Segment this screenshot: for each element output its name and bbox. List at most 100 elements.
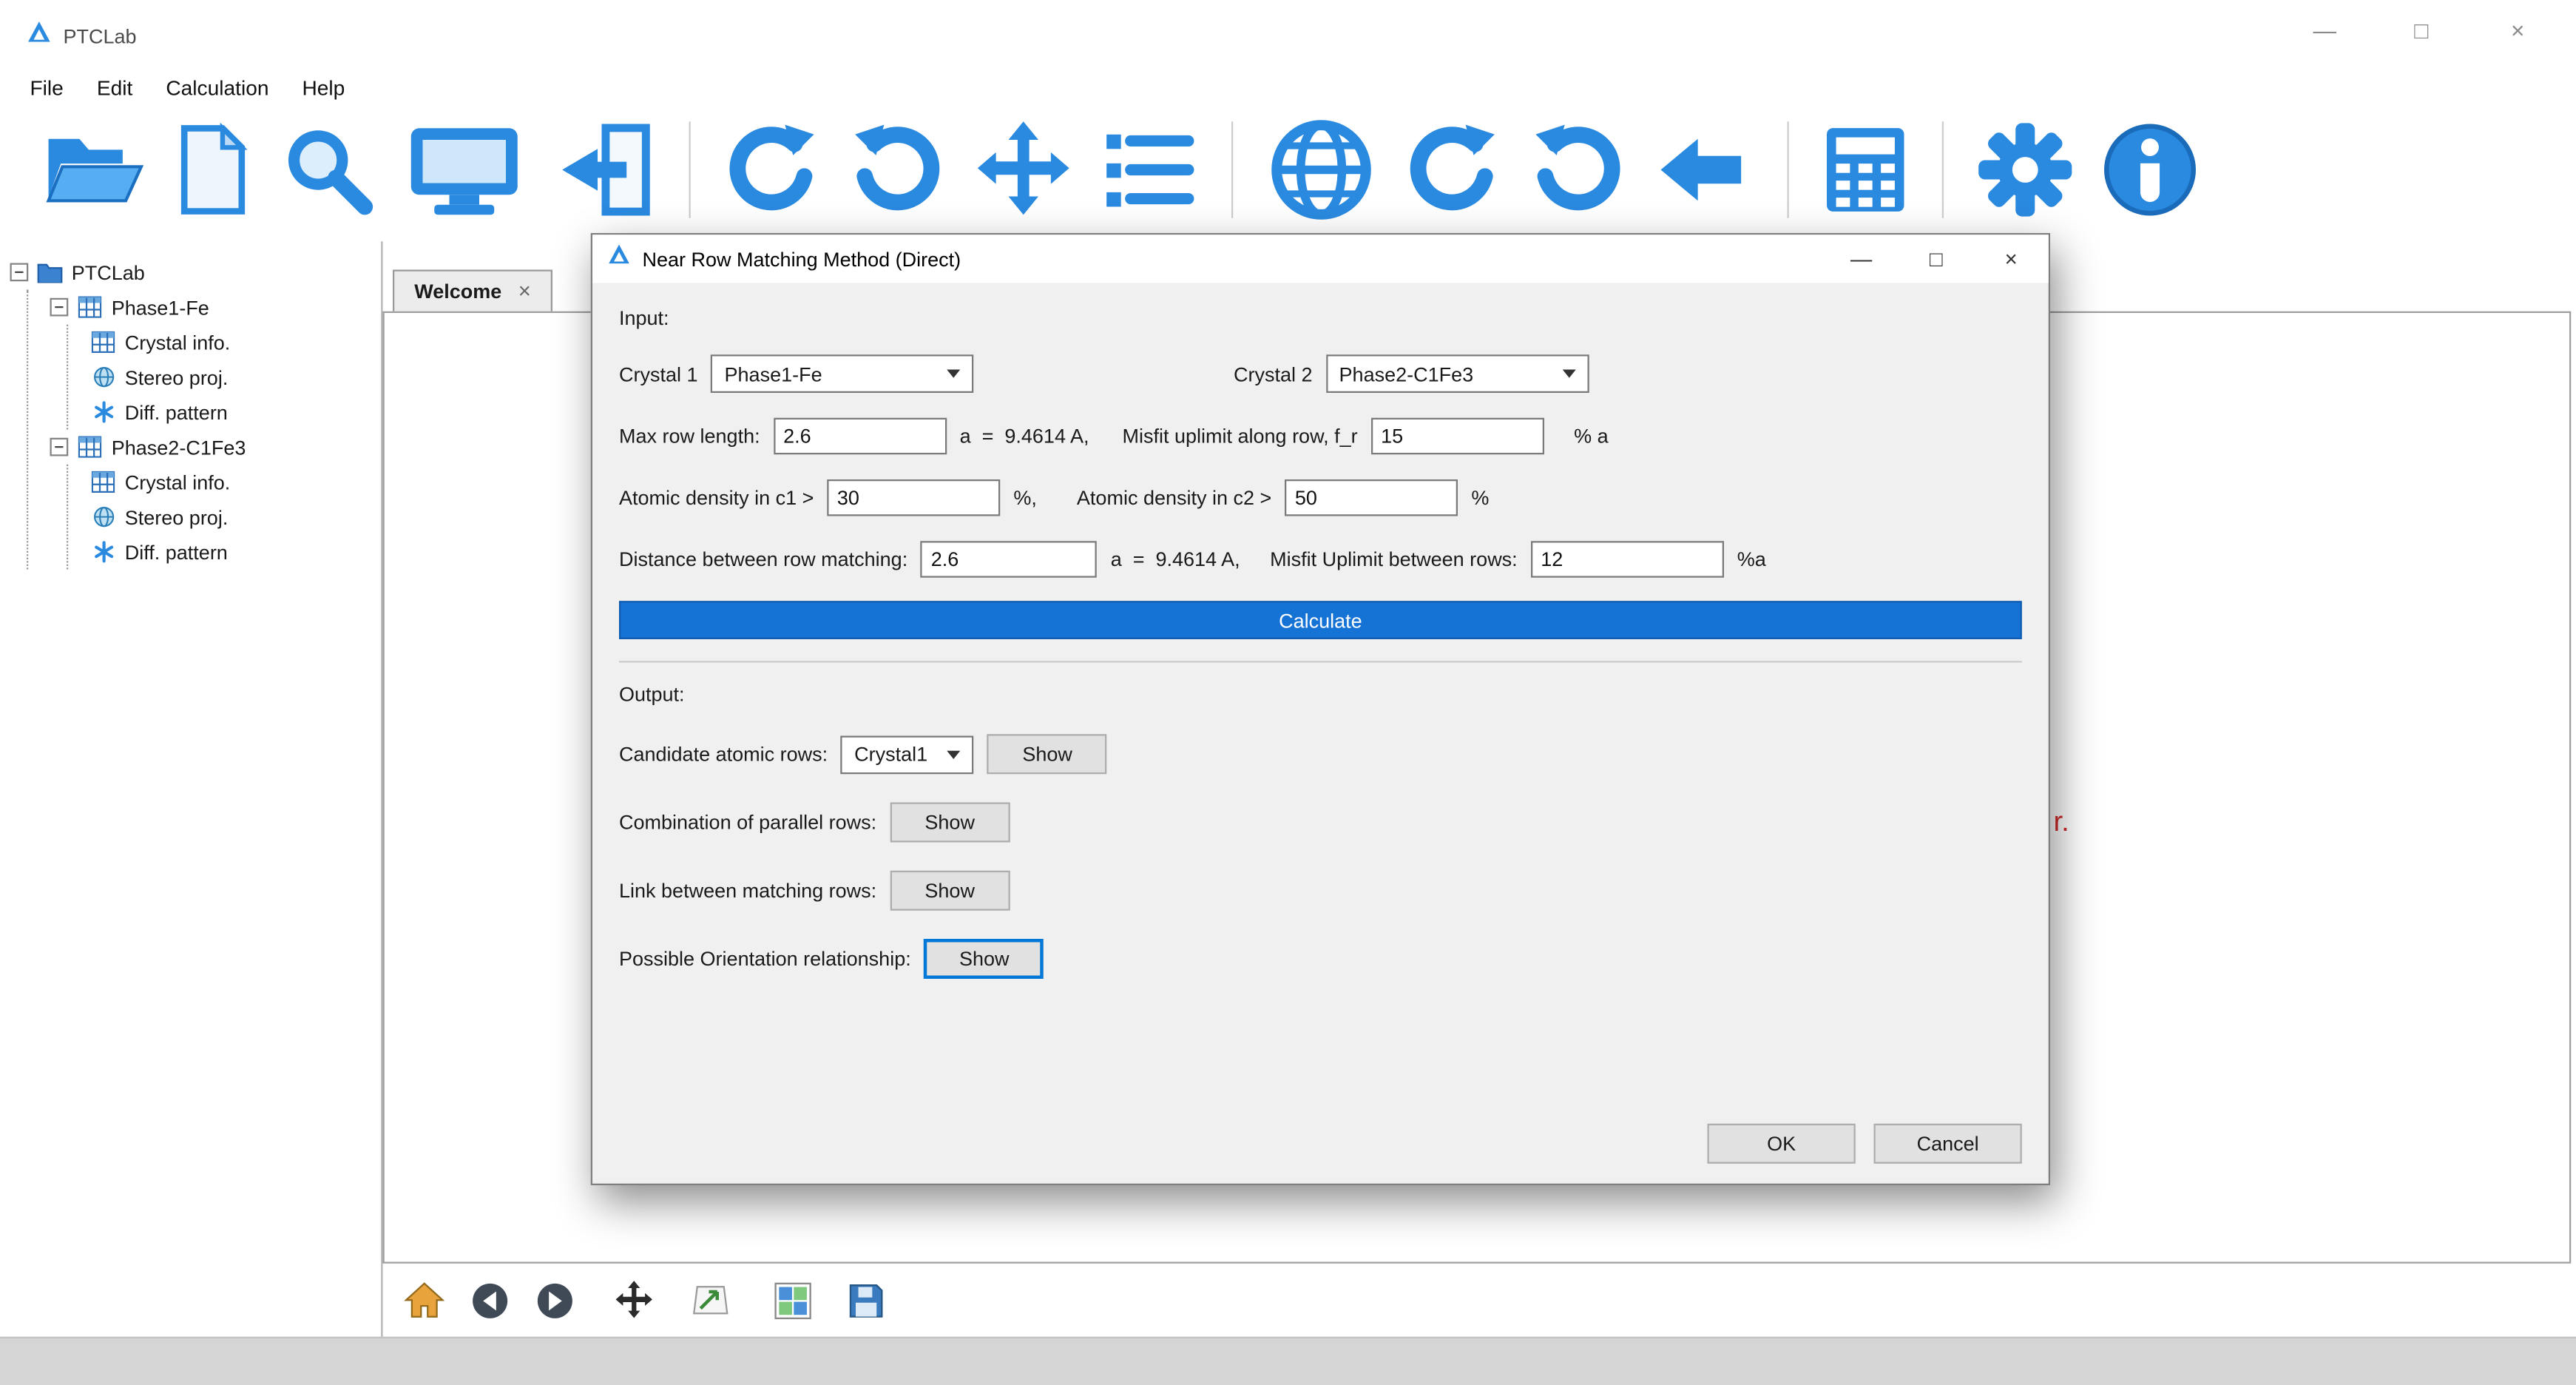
max-row-length-input[interactable] xyxy=(774,418,947,455)
crystal-select-row: Crystal 1 Phase1-Fe Crystal 2 Phase2-C1F… xyxy=(619,354,2022,393)
distance-row: Distance between row matching: a = 9.461… xyxy=(619,541,2022,578)
exit-icon[interactable] xyxy=(552,117,656,223)
crystal-grid-icon xyxy=(77,437,104,458)
section-divider xyxy=(619,661,2022,662)
move-icon[interactable] xyxy=(973,117,1073,223)
pan-icon[interactable] xyxy=(612,1278,656,1322)
tree-node-phase1[interactable]: Phase1-Fe xyxy=(50,290,378,325)
rotate-ccw-icon[interactable] xyxy=(849,117,946,223)
tree-leaf-stereo-proj[interactable]: Stereo proj. xyxy=(90,499,378,534)
close-icon[interactable]: × xyxy=(2503,17,2533,44)
open-folder-icon[interactable] xyxy=(44,117,147,223)
ok-button[interactable]: OK xyxy=(1708,1124,1856,1164)
toolbar-separator xyxy=(1942,121,1944,218)
candidate-crystal-select[interactable]: Crystal1 xyxy=(841,735,974,773)
crystal-grid-icon xyxy=(90,331,117,353)
dialog-maximize-icon[interactable]: □ xyxy=(1899,235,1973,283)
app-identity: PTCLab xyxy=(27,20,137,53)
tree-leaf-diff-pattern[interactable]: Diff. pattern xyxy=(90,394,378,429)
crystal2-selected-value: Phase2-C1Fe3 xyxy=(1339,362,1474,385)
density-c1-input[interactable] xyxy=(827,479,1000,516)
forward-icon[interactable] xyxy=(533,1278,576,1322)
collapse-toggle-icon[interactable] xyxy=(50,438,69,456)
density-c2-input[interactable] xyxy=(1285,479,1458,516)
tree-root-row[interactable]: PTCLab xyxy=(10,255,378,289)
collapse-toggle-icon[interactable] xyxy=(10,263,29,282)
dialog-titlebar[interactable]: Near Row Matching Method (Direct) — □ × xyxy=(592,235,2049,283)
globe-icon xyxy=(90,506,117,528)
tree-branch: Crystal info. Stereo proj. Diff. pattern xyxy=(67,325,378,430)
calculate-button[interactable]: Calculate xyxy=(619,601,2022,639)
cancel-button[interactable]: Cancel xyxy=(1874,1124,2022,1164)
max-row-length-label: Max row length: xyxy=(619,425,760,448)
tree-leaf-label[interactable]: Stereo proj. xyxy=(125,505,229,529)
back-icon[interactable] xyxy=(467,1278,511,1322)
output-section-label: Output: xyxy=(619,683,2022,707)
dialog-title: Near Row Matching Method (Direct) xyxy=(643,247,961,271)
menu-edit[interactable]: Edit xyxy=(80,71,149,104)
tree-leaf-stereo-proj[interactable]: Stereo proj. xyxy=(90,360,378,394)
save-icon[interactable] xyxy=(844,1278,888,1322)
project-tree: PTCLab Phase1-Fe Crystal info. xyxy=(0,241,383,1337)
list-icon[interactable] xyxy=(1102,117,1199,223)
tree-leaf-label[interactable]: Stereo proj. xyxy=(125,365,229,389)
tab-close-icon[interactable]: × xyxy=(518,278,531,303)
rotate-cw-icon[interactable] xyxy=(724,117,821,223)
crystal1-select[interactable]: Phase1-Fe xyxy=(711,354,975,393)
tree-node-label[interactable]: Phase1-Fe xyxy=(112,295,209,319)
crystal1-label: Crystal 1 xyxy=(619,362,698,385)
window-controls: — □ × xyxy=(2310,17,2560,44)
display-icon[interactable] xyxy=(405,117,524,223)
tree-node-label[interactable]: Phase2-C1Fe3 xyxy=(112,435,246,459)
tree-branch: Phase1-Fe Crystal info. Stereo proj. xyxy=(27,290,378,570)
zoom-icon[interactable] xyxy=(280,117,376,223)
link-show-button[interactable]: Show xyxy=(890,871,1010,911)
tab-welcome[interactable]: Welcome × xyxy=(393,270,552,311)
tree-node-phase2[interactable]: Phase2-C1Fe3 xyxy=(50,430,378,465)
rotate-ccw-2-icon[interactable] xyxy=(1529,117,1626,223)
possible-or-label: Possible Orientation relationship: xyxy=(619,947,911,971)
candidate-show-button[interactable]: Show xyxy=(987,734,1107,774)
misfit-uplimit-rows-input[interactable] xyxy=(1531,541,1724,578)
back-arrow-icon[interactable] xyxy=(1654,117,1754,223)
crystal2-label: Crystal 2 xyxy=(1234,362,1313,385)
crystal2-select[interactable]: Phase2-C1Fe3 xyxy=(1326,354,1589,393)
calculator-icon[interactable] xyxy=(1822,117,1909,223)
tree-leaf-crystal-info[interactable]: Crystal info. xyxy=(90,325,378,360)
menu-help[interactable]: Help xyxy=(285,71,362,104)
tree-leaf-label[interactable]: Diff. pattern xyxy=(125,400,228,424)
dialog-body: Input: Crystal 1 Phase1-Fe Crystal 2 Pha… xyxy=(592,283,2049,1184)
tree-leaf-crystal-info[interactable]: Crystal info. xyxy=(90,465,378,499)
status-band xyxy=(0,1337,2576,1385)
tree-branch: Crystal info. Stereo proj. Diff. pattern xyxy=(67,465,378,570)
rotate-cw-2-icon[interactable] xyxy=(1404,117,1501,223)
tree-root-label[interactable]: PTCLab xyxy=(72,260,145,284)
tree-leaf-diff-pattern[interactable]: Diff. pattern xyxy=(90,534,378,569)
menu-file[interactable]: File xyxy=(13,71,80,104)
chevron-down-icon xyxy=(1562,370,1575,378)
toolbar-separator xyxy=(1231,121,1233,218)
maximize-icon[interactable]: □ xyxy=(2407,17,2437,44)
stereo-globe-icon[interactable] xyxy=(1266,117,1376,223)
clipped-message-text: r. xyxy=(2054,806,2069,839)
dialog-close-icon[interactable]: × xyxy=(1974,235,2049,283)
combination-show-button[interactable]: Show xyxy=(890,803,1010,843)
about-info-icon[interactable] xyxy=(2102,117,2199,223)
subplots-icon[interactable] xyxy=(771,1278,814,1322)
new-file-icon[interactable] xyxy=(175,117,251,223)
zoom-rect-icon[interactable] xyxy=(689,1278,733,1322)
globe-icon xyxy=(90,366,117,388)
density-c1-unit: %, xyxy=(1013,486,1037,510)
dialog-minimize-icon[interactable]: — xyxy=(1824,235,1899,283)
tree-leaf-label[interactable]: Diff. pattern xyxy=(125,540,228,564)
settings-gear-icon[interactable] xyxy=(1977,117,2074,223)
tree-leaf-label[interactable]: Crystal info. xyxy=(125,471,231,494)
home-icon[interactable] xyxy=(403,1278,447,1322)
menu-calculation[interactable]: Calculation xyxy=(149,71,285,104)
collapse-toggle-icon[interactable] xyxy=(50,298,69,317)
tree-leaf-label[interactable]: Crystal info. xyxy=(125,331,231,354)
distance-input[interactable] xyxy=(921,541,1098,578)
possible-or-show-button[interactable]: Show xyxy=(924,939,1044,979)
misfit-uplimit-row-input[interactable] xyxy=(1371,418,1544,455)
minimize-icon[interactable]: — xyxy=(2310,17,2340,44)
